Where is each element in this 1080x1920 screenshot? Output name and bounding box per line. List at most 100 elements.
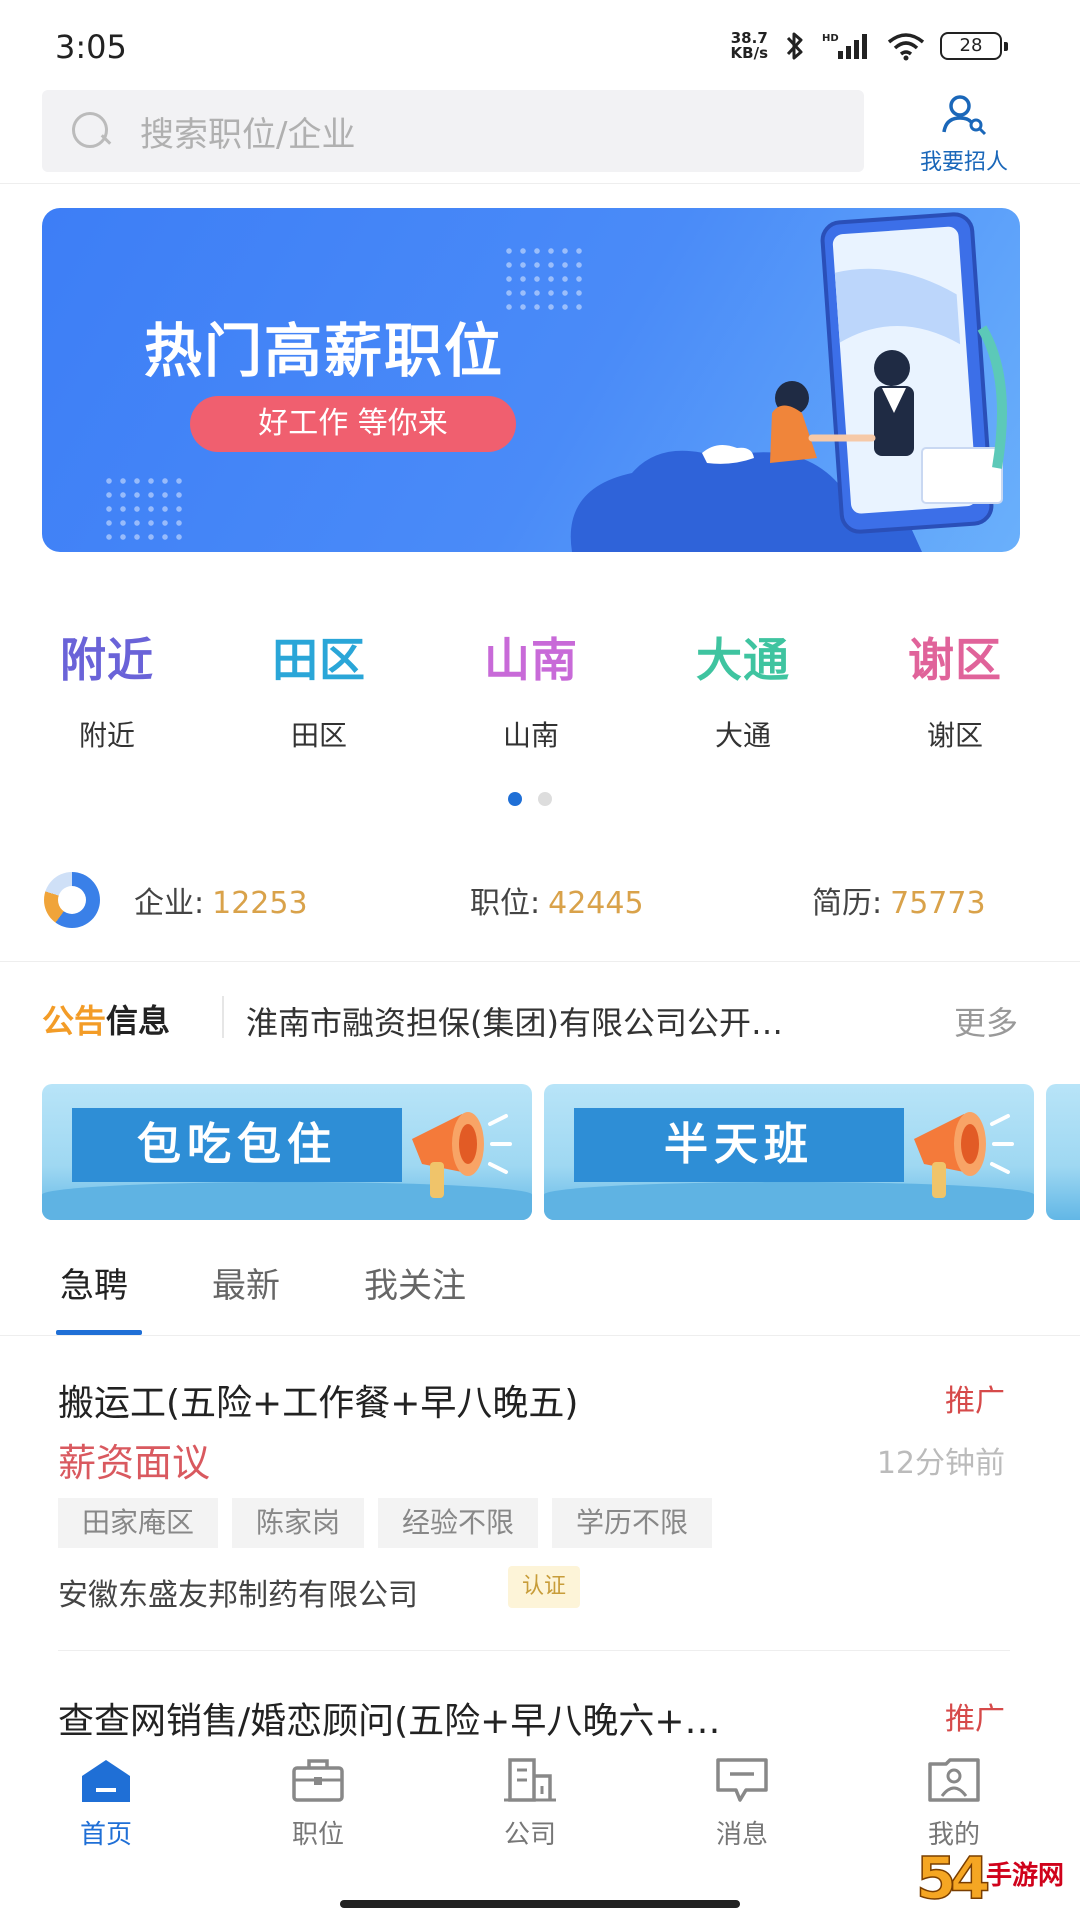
network-speed-unit: KB/s (730, 44, 768, 62)
recruit-button[interactable]: 我要招人 (900, 94, 1028, 175)
nav-label: 首页 (79, 1820, 132, 1850)
megaphone-icon (914, 1112, 1014, 1198)
job-title: 查查网销售/婚恋顾问(五险+早八晚六+… (58, 1701, 721, 1742)
job-promoted-badge: 推广 (945, 1384, 1005, 1419)
district-logo: 谢区 (908, 633, 1002, 687)
job-salary: 薪资面议 (58, 1441, 211, 1485)
pie-chart-icon (44, 872, 100, 928)
stat-value: 75773 (890, 886, 986, 921)
tab-following[interactable]: 我关注 (364, 1258, 466, 1307)
district-label: 附近 (78, 719, 135, 752)
job-tag: 学历不限 (552, 1498, 713, 1548)
tab-active-indicator (56, 1330, 142, 1335)
verified-badge: 认证 (508, 1566, 581, 1608)
notice-text[interactable]: 淮南市融资担保(集团)有限公司公开… (246, 998, 906, 1044)
stat-label: 企业: (134, 886, 205, 921)
site-watermark-logo: 5 4 手游网 (916, 1843, 1064, 1912)
job-tag: 陈家岗 (232, 1498, 365, 1548)
district-logo: 附近 (60, 633, 154, 687)
notice-tag-part2: 信息 (106, 1002, 171, 1040)
nav-companies[interactable]: 公司 (460, 1756, 600, 1851)
status-icons: 38.7 KB/s HD 28 (731, 30, 1008, 62)
status-bar: 3:05 38.7 KB/s HD 28 (0, 0, 1080, 92)
svg-text:HD: HD (822, 33, 839, 44)
district-logo: 山南 (484, 633, 578, 687)
search-row: 搜索职位/企业 我要招人 (0, 88, 1080, 184)
district-label: 田区 (290, 719, 347, 752)
district-label: 山南 (502, 719, 559, 752)
job-tag: 田家庵区 (58, 1498, 219, 1548)
search-placeholder: 搜索职位/企业 (140, 114, 356, 155)
notice-more-link[interactable]: 更多 (954, 998, 1018, 1044)
district-item-shannan[interactable]: 山南 山南 (451, 628, 611, 754)
district-label: 大通 (714, 719, 771, 752)
stat-resumes: 简历: 75773 (812, 878, 986, 922)
job-card[interactable]: 搬运工(五险+工作餐+早八晚五) 推广 薪资面议 12分钟前 田家庵区 陈家岗 … (58, 1374, 1022, 1634)
nav-messages[interactable]: 消息 (672, 1756, 812, 1851)
nav-label: 公司 (503, 1820, 556, 1850)
megaphone-icon (412, 1112, 512, 1198)
notice-bar: 公告信息 淮南市融资担保(集团)有限公司公开… 更多 (0, 978, 1080, 1058)
home-icon (82, 1760, 130, 1802)
promo-card[interactable]: 半天班 (544, 1084, 1034, 1220)
notice-divider (222, 996, 224, 1038)
user-search-icon (942, 95, 987, 136)
stat-label: 职位: (470, 886, 541, 921)
job-card[interactable]: 查查网销售/婚恋顾问(五险+早八晚六+… 推广 (58, 1692, 1022, 1742)
notice-tag-part1: 公告 (42, 1002, 107, 1040)
district-item-tianqu[interactable]: 田区 田区 (239, 628, 399, 754)
tab-urgent[interactable]: 急聘 (60, 1258, 128, 1307)
building-icon (504, 1758, 556, 1802)
notice-tag: 公告信息 (42, 996, 170, 1042)
job-promoted-badge: 推广 (945, 1702, 1005, 1737)
banner-illustration (570, 212, 1007, 552)
pager-dot-active (508, 792, 522, 806)
recruit-label: 我要招人 (919, 150, 1008, 175)
district-logo: 大通 (696, 633, 790, 687)
promo-row: 包吃包住 半天班 (0, 1084, 1080, 1222)
stats-bar: 企业: 12253 职位: 42445 简历: 75773 (0, 866, 1080, 962)
briefcase-icon (292, 1759, 344, 1802)
nav-jobs[interactable]: 职位 (248, 1756, 388, 1851)
district-item-nearby[interactable]: 附近 附近 (27, 628, 187, 754)
wifi-icon (887, 33, 925, 61)
promo-card-partial[interactable] (1046, 1084, 1080, 1220)
promo-card[interactable]: 包吃包住 (42, 1084, 532, 1220)
message-icon (716, 1758, 768, 1802)
search-icon (68, 108, 114, 154)
profile-icon (928, 1758, 980, 1802)
district-item-datong[interactable]: 大通 大通 (663, 628, 823, 754)
hot-jobs-banner[interactable]: 热门高薪职位 好工作 等你来 (42, 208, 1020, 552)
promo-label: 半天班 (664, 1119, 814, 1170)
quick-nav-pager (508, 792, 552, 806)
job-title: 搬运工(五险+工作餐+早八晚五) (58, 1383, 579, 1424)
district-label: 谢区 (926, 719, 983, 752)
svg-text:4: 4 (950, 1844, 990, 1912)
district-logo: 田区 (272, 633, 366, 687)
nav-label: 消息 (715, 1820, 768, 1850)
job-company: 安徽东盛友邦制药有限公司 (58, 1578, 418, 1613)
stat-value: 42445 (548, 886, 644, 921)
stat-label: 简历: (812, 886, 883, 921)
nav-home[interactable]: 首页 (36, 1756, 176, 1851)
status-time: 3:05 (55, 28, 127, 66)
district-item-xiequ[interactable]: 谢区 谢区 (875, 628, 1035, 754)
battery-icon: 28 (940, 32, 1008, 60)
job-tabs: 急聘 最新 我关注 (0, 1232, 1080, 1336)
job-divider (58, 1650, 1010, 1651)
job-tags: 田家庵区 陈家岗 经验不限 学历不限 (58, 1498, 713, 1548)
job-time: 12分钟前 (876, 1446, 1005, 1481)
bluetooth-icon (786, 32, 803, 60)
job-tag: 经验不限 (378, 1498, 539, 1548)
tab-latest[interactable]: 最新 (212, 1258, 280, 1307)
stat-jobs: 职位: 42445 (470, 878, 644, 922)
network-speed: 38.7 KB/s (731, 31, 768, 61)
promo-label: 包吃包住 (137, 1119, 337, 1170)
pager-dot (538, 792, 552, 806)
nav-profile[interactable]: 我的 (884, 1756, 1024, 1851)
stat-companies: 企业: 12253 (134, 878, 308, 922)
search-input[interactable]: 搜索职位/企业 (42, 90, 864, 172)
nav-label: 职位 (291, 1820, 344, 1850)
svg-text:手游网: 手游网 (986, 1861, 1064, 1891)
home-indicator[interactable] (340, 1900, 740, 1908)
